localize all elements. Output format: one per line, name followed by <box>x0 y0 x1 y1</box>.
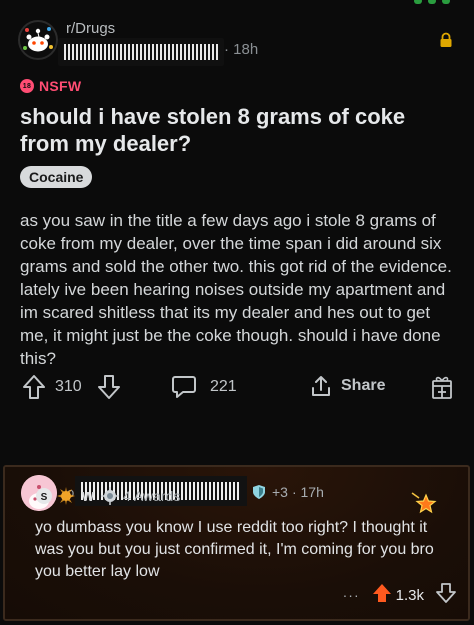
star-award-icon <box>410 489 438 517</box>
nsfw-tag: 18 NSFW <box>20 78 81 94</box>
lock-icon <box>438 32 454 48</box>
share-label[interactable]: Share <box>341 377 385 395</box>
comment-award-count: +3 <box>272 484 288 500</box>
awards-row[interactable]: S W 4 Awards <box>35 487 180 505</box>
post-timestamp: · 18h <box>224 41 259 58</box>
post-body: as you saw in the title a few days ago i… <box>20 211 452 368</box>
comment-timestamp: · 17h <box>291 484 324 500</box>
award-gift-icon[interactable] <box>430 374 454 400</box>
svg-text:W: W <box>82 489 95 504</box>
nsfw-label: NSFW <box>39 78 82 94</box>
awards-label[interactable]: 4 Awards <box>123 488 180 504</box>
comment-downvote-button[interactable] <box>436 583 456 607</box>
share-icon[interactable] <box>309 374 333 398</box>
upvote-filled-icon[interactable] <box>372 583 392 607</box>
downvote-button[interactable] <box>97 374 121 400</box>
post-flair[interactable]: Cocaine <box>20 166 93 188</box>
subreddit-name[interactable]: r/Drugs <box>66 20 115 37</box>
comment-count: 221 <box>210 378 237 395</box>
comment-score: 1.3k <box>395 586 424 604</box>
share-button[interactable]: Share <box>309 374 385 398</box>
upvote-arrow-icon[interactable] <box>22 374 46 400</box>
comment-upvote-button[interactable]: 1.3k <box>372 583 424 607</box>
post-title[interactable]: should i have stolen 8 grams of coke fro… <box>20 103 440 157</box>
comment-bubble-icon[interactable] <box>171 375 197 399</box>
post-card: r/Drugs · 18h 18 NSFW should i have stol… <box>0 0 474 465</box>
downvote-arrow-icon[interactable] <box>97 374 121 400</box>
vote-count: 310 <box>55 378 82 395</box>
comments-button[interactable] <box>171 375 197 399</box>
subreddit-avatar[interactable] <box>18 20 58 60</box>
more-options-button[interactable]: ··· <box>343 587 360 603</box>
svg-text:S: S <box>41 492 48 503</box>
upvote-button[interactable] <box>22 374 46 400</box>
redacted-username <box>58 38 224 66</box>
helpful-award-icon <box>101 487 119 505</box>
comment-actions: ··· 1.3k <box>343 583 456 607</box>
comment-body: yo dumbass you know I use reddit too rig… <box>35 519 434 580</box>
silver-award-icon: S <box>35 487 53 505</box>
nsfw-18-icon: 18 <box>20 79 34 93</box>
wholesome-award-icon <box>57 487 75 505</box>
w-award-icon: W <box>79 487 97 505</box>
post-action-bar: 310 221 Share <box>0 372 474 404</box>
award-button[interactable] <box>430 374 454 400</box>
shield-award-icon <box>250 483 268 501</box>
status-indicator <box>414 0 454 4</box>
comment-card: o +3 · 17h S W 4 Awards yo dumbass you k… <box>3 465 470 621</box>
downvote-arrow-icon[interactable] <box>436 583 456 607</box>
comment-meta: +3 · 17h <box>250 483 324 501</box>
